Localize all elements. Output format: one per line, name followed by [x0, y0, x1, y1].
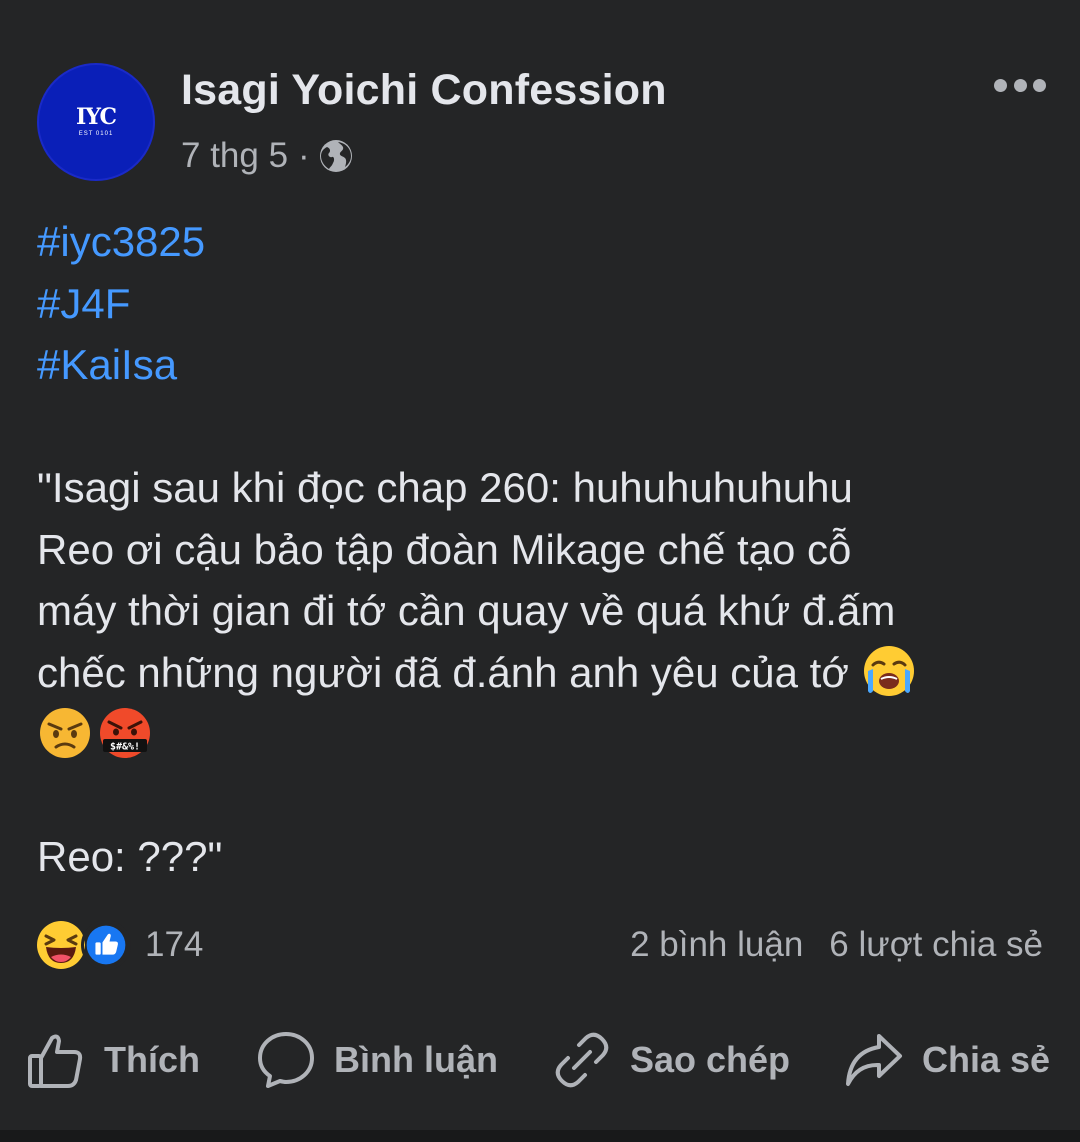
copy-label: Sao chép: [630, 1039, 791, 1080]
hashtag-link[interactable]: #J4F: [37, 273, 1047, 335]
post-text-line: Reo ơi cậu bảo tập đoàn Mikage chế tạo c…: [37, 525, 852, 573]
post-text-line: chếc những người đã đ.ánh anh yêu của tớ: [37, 648, 849, 696]
engagement-stats: 2 bình luận 6 lượt chia sẻ: [630, 919, 1043, 971]
thumbs-up-icon: [28, 1034, 83, 1088]
comment-count-link[interactable]: 2 bình luận: [630, 925, 803, 965]
like-reaction-icon: [81, 920, 131, 970]
hashtag-link[interactable]: #KaiIsa: [37, 334, 1047, 396]
post-divider: [0, 1130, 1080, 1142]
angry-face-icon: [40, 707, 90, 758]
more-dot: [1013, 78, 1027, 92]
symbols-text: $#&%!: [110, 741, 140, 752]
post-text-line-with-emoji: chếc những người đã đ.ánh anh yêu của tớ: [37, 642, 1047, 704]
avatar-monogram: IYC: [75, 104, 117, 130]
reaction-count: 174: [145, 925, 204, 964]
link-icon: [555, 1032, 609, 1088]
more-dot: [994, 78, 1007, 92]
page-avatar[interactable]: IYC EST 0101: [37, 63, 155, 181]
globe-icon[interactable]: [318, 138, 354, 174]
post-body: #iyc3825 #J4F #KaiIsa "Isagi sau khi đọc…: [37, 211, 1047, 888]
haha-reaction-icon: [37, 921, 85, 969]
reactions-summary[interactable]: 174: [35, 919, 203, 971]
avatar-est-text: EST 0101: [78, 131, 114, 137]
loudly-crying-face-icon: [863, 646, 914, 697]
post-text-closing: Reo: ???": [37, 833, 223, 880]
more-options-icon[interactable]: [994, 78, 1046, 92]
post-text-line: máy thời gian đi tớ cần quay về quá khứ …: [37, 587, 896, 634]
post-meta: 7 thg 5 ·: [181, 135, 354, 177]
copy-link-button[interactable]: Sao chép: [552, 1026, 790, 1094]
share-arrow-icon: [846, 1034, 902, 1086]
more-dot: [1033, 78, 1046, 92]
post-time[interactable]: 7 thg 5: [181, 136, 288, 176]
like-label: Thích: [104, 1039, 200, 1080]
emoji-row: $#&%!: [37, 703, 1047, 765]
page-name[interactable]: Isagi Yoichi Confession: [181, 66, 667, 115]
face-with-symbols-on-mouth-icon: $#&%!: [100, 707, 150, 758]
like-button[interactable]: Thích: [26, 1026, 200, 1094]
hashtag-link[interactable]: #iyc3825: [37, 211, 1047, 273]
share-label: Chia sẻ: [922, 1039, 1051, 1080]
post-text-line: "Isagi sau khi đọc chap 260: huhuhuhuhuh…: [37, 464, 853, 511]
share-button[interactable]: Chia sẻ: [844, 1026, 1050, 1094]
action-bar: Thích Bình luận Sao chép Chia sẻ: [0, 1026, 1080, 1094]
meta-separator: ·: [298, 136, 310, 175]
share-count-link[interactable]: 6 lượt chia sẻ: [829, 925, 1043, 965]
comment-bubble-icon: [258, 1032, 314, 1088]
comment-button[interactable]: Bình luận: [256, 1026, 498, 1094]
comment-label: Bình luận: [334, 1039, 498, 1080]
